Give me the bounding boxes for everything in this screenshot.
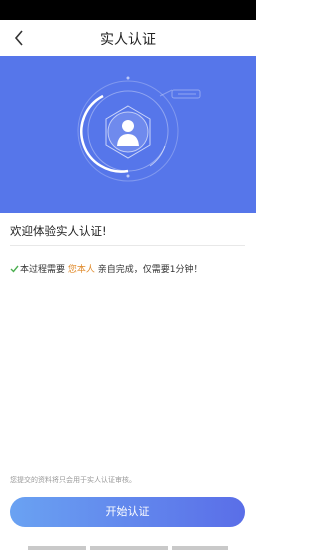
process-prefix: 本过程需要 [20,265,66,275]
face-scan-icon [77,76,201,182]
status-bar [0,0,256,20]
bottom-edge [0,546,256,550]
process-suffix: 亲自完成，仅需要1分钟！ [97,265,203,275]
process-highlight: 您本人 [67,265,95,275]
process-description: 本过程需要 您本人 亲自完成，仅需要1分钟！ [10,262,203,275]
check-icon [10,265,19,273]
divider [10,245,245,246]
start-verification-button[interactable]: 开始认证 [10,497,245,527]
privacy-notice: 您提交的资料将只会用于实人认证审核。 [10,476,136,484]
hero-banner [0,56,256,213]
welcome-text: 欢迎体验实人认证! [10,224,107,238]
page-title: 实人认证 [100,32,156,48]
navigation-bar: 实人认证 [0,20,256,56]
